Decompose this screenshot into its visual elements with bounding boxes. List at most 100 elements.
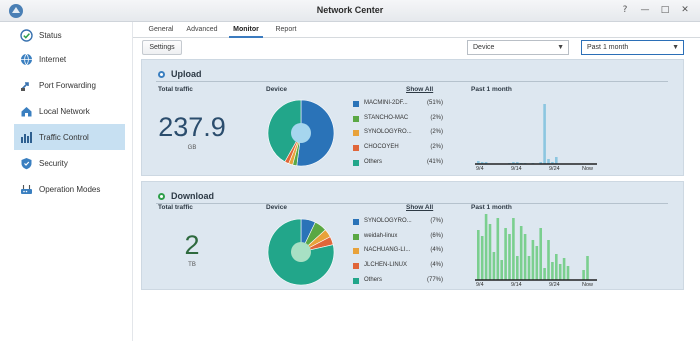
sidebar: Status Internet Port Forwarding Local Ne… — [0, 22, 133, 341]
download-show-all-link[interactable]: Show All — [406, 204, 433, 211]
tab-monitor[interactable]: Monitor — [229, 22, 263, 38]
chevron-down-icon: ▼ — [672, 44, 679, 51]
traffic-bar — [500, 260, 503, 280]
traffic-bar — [523, 234, 527, 280]
x-tick-label: 9/24 — [549, 166, 560, 172]
sidebar-item-local-network[interactable]: Local Network — [14, 98, 125, 124]
legend-swatch — [353, 130, 359, 136]
legend-item: STANCHO-MAC (2%) — [353, 115, 443, 125]
traffic-bar — [555, 254, 558, 280]
sidebar-item-operation-modes[interactable]: Operation Modes — [14, 176, 125, 202]
period-select-value: Past 1 month — [587, 44, 629, 51]
traffic-bar — [488, 224, 492, 280]
legend-swatch — [353, 160, 359, 166]
window-titlebar: Network Center ? — □ ✕ — [0, 0, 700, 22]
download-device-pie-chart — [267, 218, 335, 286]
sidebar-item-security[interactable]: Security — [14, 150, 125, 176]
sidebar-item-label: Local Network — [39, 106, 90, 116]
upload-panel: Upload Total traffic 237.9 GB Device Sho… — [141, 59, 684, 176]
download-status-icon — [158, 192, 165, 200]
traffic-bar — [480, 236, 484, 280]
device-label: Device — [266, 204, 287, 211]
download-title: Download — [158, 191, 214, 201]
traffic-bar — [477, 230, 480, 280]
settings-button[interactable]: Settings — [142, 40, 182, 55]
legend-item: weidah-linux (6%) — [353, 233, 443, 243]
traffic-bar — [547, 240, 550, 280]
legend-swatch — [353, 145, 359, 151]
x-tick-label: Now — [582, 166, 594, 172]
legend-item: Others (41%) — [353, 159, 443, 169]
x-tick-label: Now — [582, 282, 594, 288]
upload-device-pie-chart — [267, 99, 335, 167]
traffic-bar — [504, 228, 507, 280]
upload-total-value: 237.9 — [158, 112, 226, 142]
download-title-text: Download — [171, 191, 214, 201]
upload-status-icon — [158, 70, 165, 78]
home-network-icon — [19, 104, 33, 118]
x-tick-label: 9/14 — [511, 166, 522, 172]
x-tick-label: 9/4 — [476, 282, 484, 288]
download-traffic-bar-chart — [475, 214, 597, 281]
traffic-bar — [586, 256, 589, 280]
total-traffic-label: Total traffic — [158, 204, 193, 211]
traffic-bar — [519, 226, 523, 280]
window-title: Network Center — [316, 5, 384, 15]
x-tick-label: 9/4 — [476, 166, 484, 172]
sidebar-item-label: Traffic Control — [39, 132, 89, 142]
traffic-bar — [566, 266, 570, 280]
chevron-down-icon: ▼ — [557, 44, 564, 51]
traffic-bar — [516, 256, 519, 280]
router-icon — [19, 182, 33, 196]
legend-item: SYNOLOGYRO... (7%) — [353, 218, 443, 228]
device-label: Device — [266, 86, 287, 93]
period-select[interactable]: Past 1 month ▼ — [581, 40, 684, 55]
close-button[interactable]: ✕ — [680, 4, 690, 16]
upload-total-unit: GB — [187, 145, 197, 151]
sidebar-item-label: Status — [39, 30, 62, 40]
minimize-button[interactable]: — — [640, 4, 650, 16]
sidebar-item-status[interactable]: Status — [14, 22, 125, 48]
status-check-icon — [19, 28, 33, 42]
download-total-unit: TB — [188, 262, 196, 268]
help-button[interactable]: ? — [620, 4, 630, 16]
tab-bar: General Advanced Monitor Report — [133, 22, 700, 38]
pie-center — [291, 242, 311, 262]
period-label: Past 1 month — [471, 204, 512, 211]
tab-report[interactable]: Report — [272, 22, 300, 38]
divider — [156, 81, 668, 82]
tab-general[interactable]: General — [146, 22, 176, 38]
download-total-value: 2 — [184, 230, 200, 260]
maximize-button[interactable]: □ — [660, 4, 670, 16]
upload-traffic-bar-chart — [475, 104, 597, 165]
sidebar-item-label: Port Forwarding — [39, 80, 96, 90]
sidebar-item-port-forwarding[interactable]: Port Forwarding — [14, 72, 125, 98]
device-select[interactable]: Device ▼ — [467, 40, 569, 55]
traffic-bar — [539, 228, 542, 280]
legend-swatch — [353, 263, 359, 269]
traffic-bar — [555, 157, 558, 164]
traffic-bar — [551, 262, 554, 280]
traffic-bar — [531, 240, 535, 280]
upload-title: Upload — [158, 69, 202, 79]
traffic-bar — [512, 218, 515, 280]
sidebar-item-label: Internet — [39, 54, 67, 64]
upload-show-all-link[interactable]: Show All — [406, 86, 433, 93]
sidebar-item-internet[interactable]: Internet — [14, 46, 125, 72]
traffic-bar — [508, 234, 511, 280]
sidebar-item-traffic-control[interactable]: Traffic Control — [14, 124, 125, 150]
period-label: Past 1 month — [471, 86, 512, 93]
legend-swatch — [353, 219, 359, 225]
traffic-bar — [558, 264, 562, 280]
traffic-bar — [582, 270, 585, 280]
legend-swatch — [353, 234, 359, 240]
legend-item: JLCHEN-LINUX (4%) — [353, 262, 443, 272]
upload-title-text: Upload — [171, 69, 202, 79]
legend-swatch — [353, 101, 359, 107]
device-select-value: Device — [473, 44, 495, 51]
traffic-bar — [543, 104, 546, 164]
x-tick-label: 9/14 — [511, 282, 522, 288]
tab-advanced[interactable]: Advanced — [185, 22, 219, 38]
legend-item: NACHUANG-LI... (4%) — [353, 247, 443, 257]
legend-item: MACMINI-2DF... (51%) — [353, 100, 443, 110]
